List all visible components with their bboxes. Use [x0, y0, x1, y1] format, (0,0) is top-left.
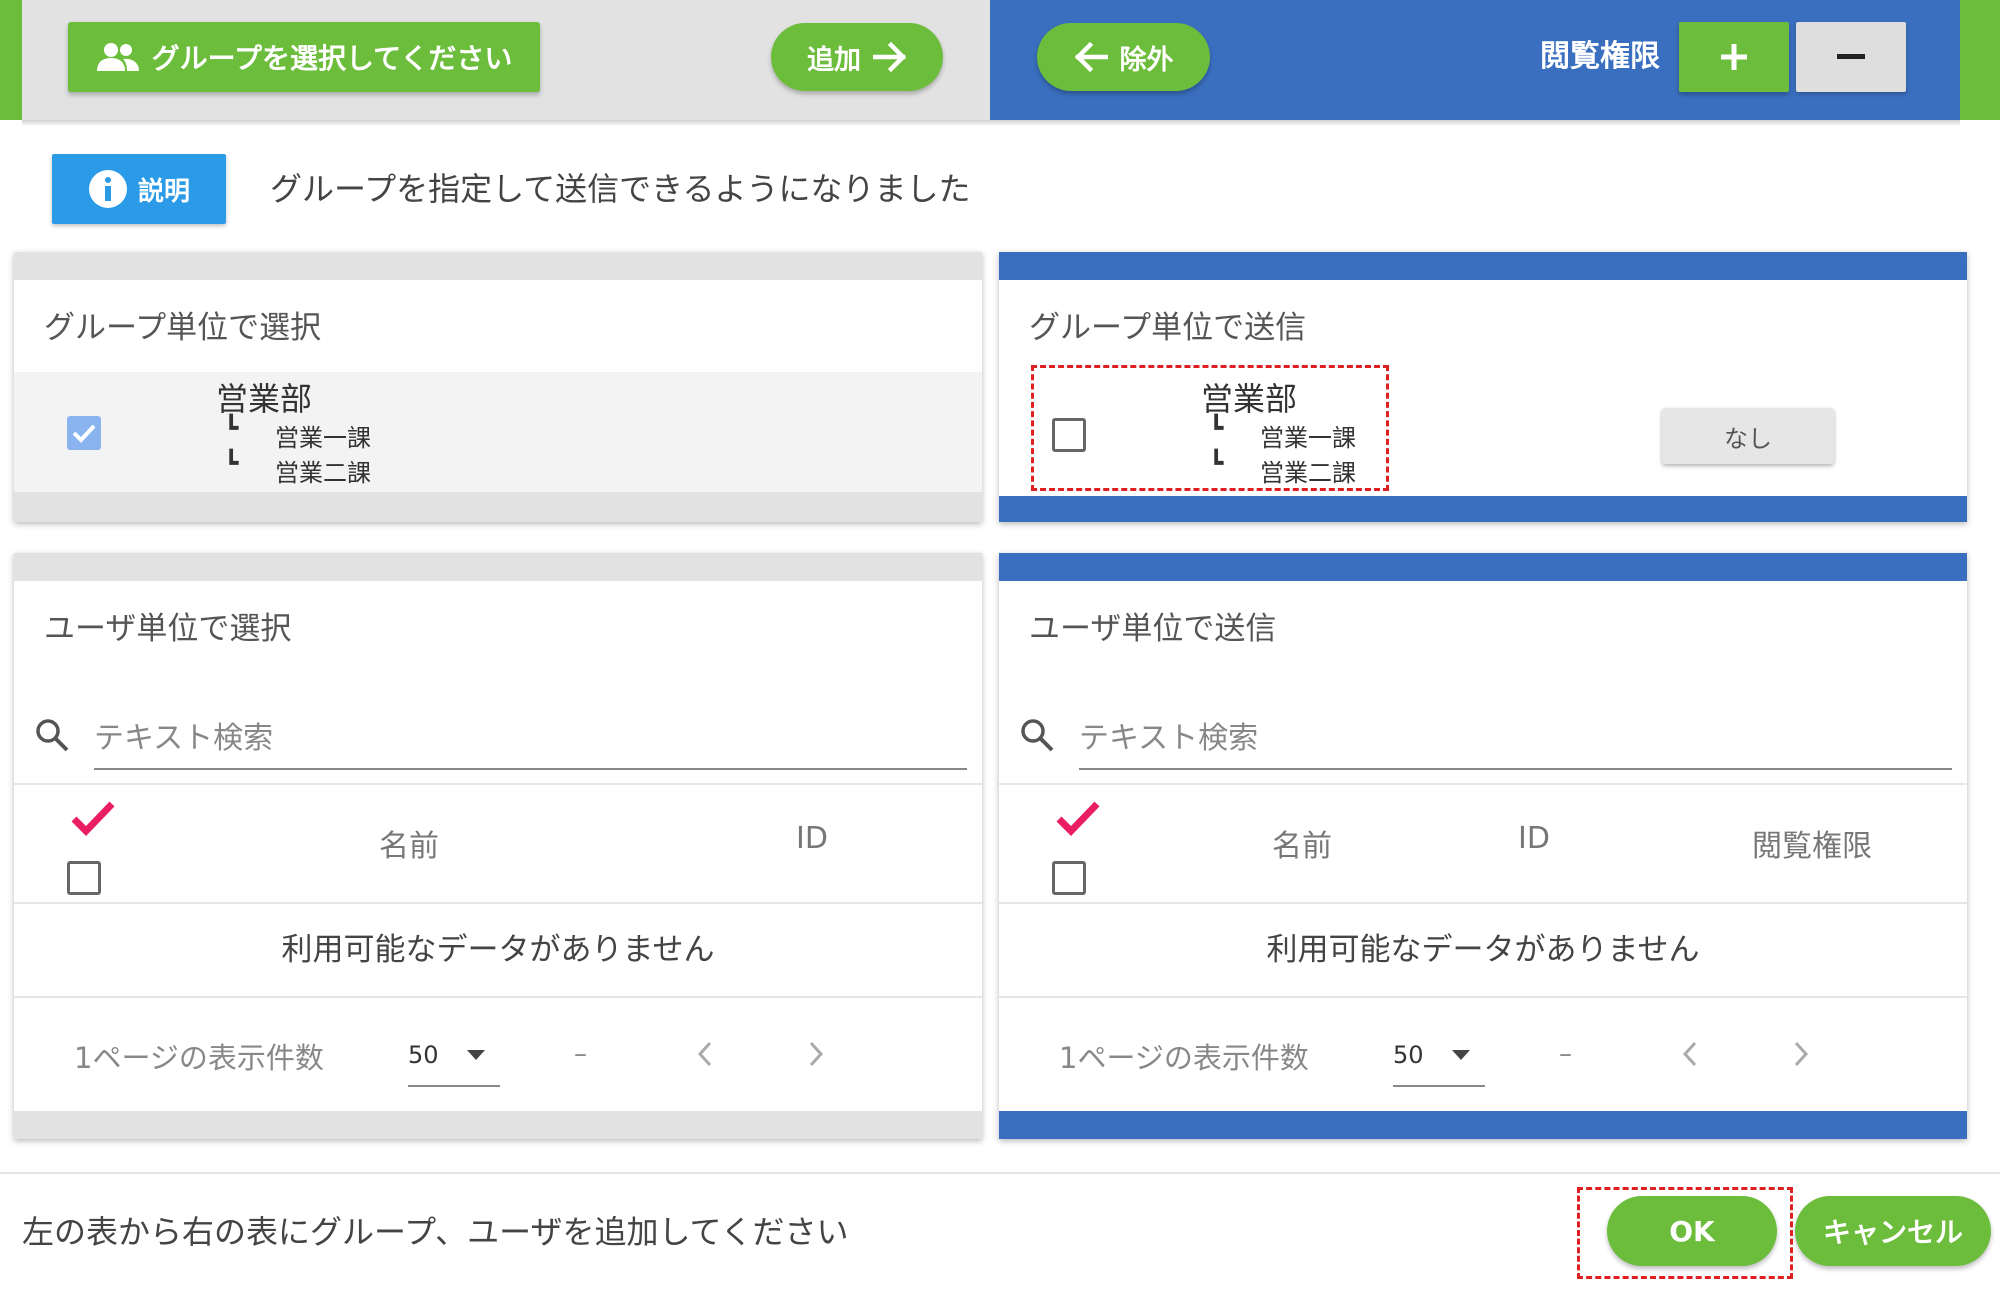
remove-label: 除外	[1119, 44, 1174, 76]
divider	[14, 783, 982, 785]
column-header-id[interactable]: ID	[796, 821, 828, 856]
add-button[interactable]: 追加	[771, 23, 943, 91]
left-group-panel: グループ単位で選択 営業部 ┗ 営業一課 ┗ 営業二課	[14, 252, 982, 522]
panel-title: グループ単位で送信	[1029, 310, 1307, 346]
panel-footer-band	[999, 496, 1967, 522]
panel-title: ユーザ単位で選択	[44, 611, 292, 647]
tree-corner-icon: ┗	[224, 414, 239, 442]
minus-icon	[1837, 54, 1865, 60]
info-button[interactable]: 説明	[52, 154, 226, 224]
tree-corner-icon: ┗	[224, 449, 239, 477]
info-button-label: 説明	[137, 176, 190, 207]
search-underline	[1079, 768, 1952, 770]
permission-label: 閲覧権限	[1540, 39, 1660, 74]
rows-per-page-label: 1ページの表示件数	[1059, 1041, 1309, 1075]
rows-per-page-select[interactable]: 50	[408, 1041, 439, 1069]
search-input[interactable]: テキスト検索	[94, 713, 978, 757]
remove-button[interactable]: 除外	[1037, 23, 1210, 91]
rows-per-page-underline	[408, 1085, 500, 1087]
divider	[999, 902, 1967, 904]
rows-per-page-underline	[1393, 1085, 1485, 1087]
sub-group-item: 営業一課	[275, 424, 371, 452]
panel-header-band	[14, 252, 982, 280]
search-icon	[34, 717, 70, 753]
panel-footer-band	[999, 1111, 1967, 1139]
arrow-right-icon	[873, 42, 907, 72]
column-header-id[interactable]: ID	[1518, 821, 1550, 856]
left-user-panel: ユーザ単位で選択 テキスト検索 名前 ID 利用可能なデータがありません 1ペー…	[14, 553, 982, 1139]
rows-per-page-label: 1ページの表示件数	[74, 1041, 324, 1075]
chevron-right-icon[interactable]	[1793, 1041, 1809, 1067]
chevron-left-icon[interactable]	[697, 1041, 713, 1067]
plus-icon	[1719, 42, 1749, 72]
panel-footer-band	[14, 492, 982, 522]
panel-header-band	[14, 553, 982, 581]
divider	[14, 902, 982, 904]
divider	[14, 996, 982, 998]
sub-group-item: 営業二課	[275, 459, 371, 487]
chevron-left-icon[interactable]	[1682, 1041, 1698, 1067]
panel-title: ユーザ単位で送信	[1029, 611, 1277, 647]
group-row[interactable]	[14, 372, 982, 492]
cancel-button[interactable]: キャンセル	[1795, 1196, 1991, 1266]
arrow-left-icon	[1074, 42, 1108, 72]
info-icon	[88, 169, 128, 209]
chevron-down-icon[interactable]	[466, 1049, 486, 1061]
footer-instruction: 左の表から右の表にグループ、ユーザを追加してください	[22, 1213, 849, 1251]
empty-message: 利用可能なデータがありません	[281, 932, 715, 968]
divider	[999, 996, 1967, 998]
select-all-checkbox[interactable]	[67, 861, 101, 895]
group-icon	[96, 42, 140, 72]
search-underline	[94, 768, 967, 770]
footer-divider	[0, 1172, 2000, 1174]
column-header-permission[interactable]: 閲覧権限	[1752, 821, 1872, 865]
highlight-group-selection	[1031, 365, 1389, 491]
column-header-name[interactable]: 名前	[1272, 821, 1332, 865]
add-label: 追加	[807, 44, 861, 76]
select-group-label: グループを選択してください	[151, 42, 513, 75]
select-all-check-icon	[1055, 799, 1101, 837]
permission-none-button[interactable]: なし	[1662, 408, 1834, 464]
panel-header-band	[999, 252, 1967, 280]
column-header-name[interactable]: 名前	[379, 821, 439, 865]
empty-message: 利用可能なデータがありません	[1266, 932, 1700, 968]
highlight-ok-button	[1577, 1187, 1793, 1279]
group-checkbox-checked[interactable]	[67, 416, 101, 450]
search-icon	[1019, 717, 1055, 753]
left-accent-strip	[0, 0, 22, 120]
panel-footer-band	[14, 1111, 982, 1139]
select-group-button[interactable]: グループを選択してください	[68, 22, 540, 92]
search-input[interactable]: テキスト検索	[1079, 713, 1963, 757]
permission-plus-button[interactable]	[1679, 22, 1789, 92]
chevron-down-icon[interactable]	[1451, 1049, 1471, 1061]
select-all-checkbox[interactable]	[1052, 861, 1086, 895]
select-all-check-icon	[70, 799, 116, 837]
right-user-panel: ユーザ単位で送信 テキスト検索 名前 ID 閲覧権限 利用可能なデータがありませ…	[999, 553, 1967, 1139]
right-accent-strip	[1960, 0, 2000, 120]
chevron-right-icon[interactable]	[808, 1041, 824, 1067]
toolbar-shadow	[22, 120, 1960, 126]
panel-header-band	[999, 553, 1967, 581]
panel-title: グループ単位で選択	[44, 310, 322, 346]
info-message: グループを指定して送信できるようになりました	[270, 170, 971, 208]
permission-minus-button[interactable]	[1796, 22, 1906, 92]
divider	[999, 783, 1967, 785]
page-range: –	[574, 1039, 587, 1069]
page-range: –	[1559, 1039, 1572, 1069]
rows-per-page-select[interactable]: 50	[1393, 1041, 1424, 1069]
